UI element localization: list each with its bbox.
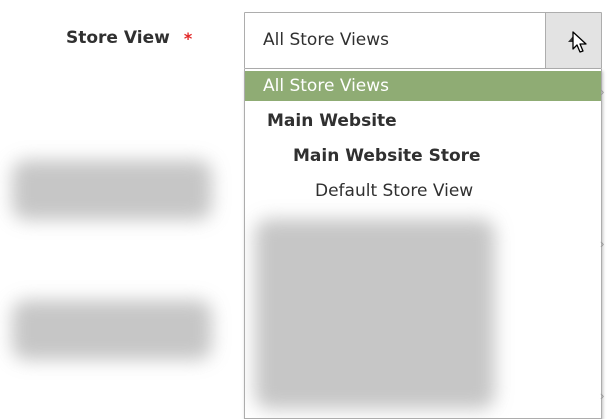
store-view-select[interactable]: All Store Views: [244, 12, 602, 69]
store-view-dropdown-list[interactable]: All Store Views Main Website Main Websit…: [244, 69, 602, 419]
option-default-store-view[interactable]: Default Store View: [245, 176, 601, 206]
select-toggle-button[interactable]: [545, 13, 601, 68]
required-marker: *: [183, 28, 193, 48]
redacted-field-blur-2: [12, 300, 212, 360]
edge-mark-1: ›: [600, 84, 605, 99]
edge-mark-3: ›: [600, 388, 605, 403]
store-view-select-value: All Store Views: [263, 30, 390, 50]
pointer-cursor-icon: [572, 31, 587, 53]
redacted-field-blur-1: [12, 160, 212, 220]
option-main-website[interactable]: Main Website: [245, 106, 601, 136]
option-main-website-store[interactable]: Main Website Store: [245, 141, 601, 171]
option-all-store-views[interactable]: All Store Views: [245, 71, 601, 101]
store-view-label-text: Store View: [66, 28, 170, 48]
store-view-field-label: Store View *: [66, 28, 192, 48]
edge-mark-2: ›: [600, 236, 605, 251]
redacted-options-blur: [255, 219, 495, 409]
